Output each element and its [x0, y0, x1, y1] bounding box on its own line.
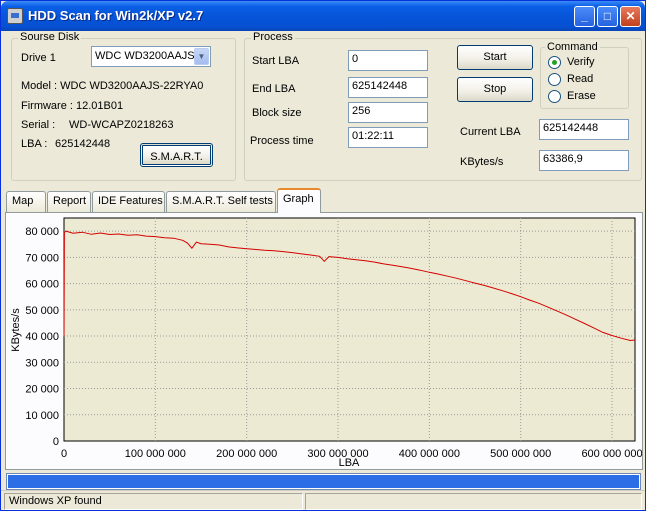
progress-fill [8, 475, 639, 488]
y-tick-label: 10 000 [25, 410, 59, 422]
tab-graph[interactable]: Graph [277, 188, 321, 213]
status-text: Windows XP found [4, 493, 303, 510]
block-size-label: Block size [252, 107, 302, 119]
y-axis-label: KBytes/s [10, 308, 22, 352]
close-button[interactable]: ✕ [620, 6, 641, 27]
minimize-button[interactable]: _ [574, 6, 595, 27]
process-legend: Process [251, 31, 295, 43]
y-tick-label: 0 [53, 436, 59, 448]
speed-chart: 0 10 000 20 000 30 000 40 000 50 000 60 000 70 … [10, 217, 643, 469]
radio-read-label: Read [567, 73, 594, 85]
start-button[interactable]: Start [457, 45, 533, 70]
command-legend: Command [545, 41, 600, 53]
radio-erase-label: Erase [567, 90, 596, 102]
y-tick-label: 70 000 [25, 252, 59, 264]
end-lba-label: End LBA [252, 83, 296, 95]
x-tick-label: 0 [61, 448, 67, 460]
x-tick-label: 200 000 000 [216, 448, 277, 460]
tab-smart-self-tests[interactable]: S.M.A.R.T. Self tests [166, 191, 276, 212]
radio-verify-label: Verify [567, 56, 595, 68]
radio-read-button[interactable] [548, 73, 561, 86]
x-tick-label: 600 000 000 [581, 448, 642, 460]
lba-label: LBA : [21, 138, 48, 150]
process-time-label: Process time [250, 135, 314, 147]
drive-label: Drive 1 [21, 52, 56, 64]
plot-area [63, 217, 636, 442]
tab-ide-features[interactable]: IDE Features [92, 191, 165, 212]
tab-map[interactable]: Map [6, 191, 46, 212]
x-axis-label: LBA [339, 457, 360, 469]
source-disk-legend: Sourse Disk [18, 31, 82, 43]
main-window: HDD Scan for Win2k/XP v2.7 _ □ ✕ Sourse … [0, 0, 646, 511]
app-icon [7, 8, 23, 24]
maximize-button[interactable]: □ [597, 6, 618, 27]
kbytes-label: KBytes/s [460, 156, 504, 168]
y-tick-label: 80 000 [25, 226, 59, 238]
radio-erase-button[interactable] [548, 90, 561, 103]
scan-progress-bar [6, 473, 641, 490]
lba-value: 625142448 [55, 138, 111, 150]
y-tick-label: 50 000 [25, 305, 59, 317]
y-tick-label: 40 000 [25, 331, 59, 343]
start-lba-label: Start LBA [252, 55, 300, 67]
y-tick-label: 30 000 [25, 357, 59, 369]
current-lba-label: Current LBA [460, 126, 521, 138]
block-size-input[interactable]: 256 [348, 102, 428, 123]
current-lba-field: 625142448 [539, 119, 629, 140]
x-tick-label: 100 000 000 [125, 448, 186, 460]
chevron-down-icon[interactable]: ▼ [194, 48, 209, 65]
kbytes-field: 63386,9 [539, 150, 629, 171]
radio-verify-button[interactable] [548, 56, 561, 69]
x-tick-label: 500 000 000 [490, 448, 551, 460]
tab-report[interactable]: Report [47, 191, 91, 212]
status-pane-empty [305, 493, 642, 510]
y-tick-label: 20 000 [25, 384, 59, 396]
graph-panel: 0 10 000 20 000 30 000 40 000 50 000 60 000 70 … [5, 212, 643, 470]
drive-select[interactable]: WDC WD3200AAJS ▼ [91, 46, 211, 67]
window-title: HDD Scan for Win2k/XP v2.7 [28, 8, 204, 23]
smart-button[interactable]: S.M.A.R.T. [140, 143, 213, 167]
start-lba-input[interactable]: 0 [348, 50, 428, 71]
status-bar: Windows XP found [1, 490, 645, 510]
process-time-field: 01:22:11 [348, 127, 428, 148]
x-tick-label: 400 000 000 [399, 448, 460, 460]
y-tick-label: 60 000 [25, 279, 59, 291]
serial-label: Serial : [21, 119, 56, 131]
serial-value: WD-WCAPZ0218263 [69, 119, 174, 131]
end-lba-input[interactable]: 625142448 [348, 77, 428, 98]
firmware-text: Firmware : 12.01B01 [21, 100, 124, 112]
model-text: Model : WDC WD3200AAJS-22RYA0 [21, 80, 204, 92]
stop-button[interactable]: Stop [457, 77, 533, 102]
title-bar[interactable]: HDD Scan for Win2k/XP v2.7 _ □ ✕ [1, 1, 645, 31]
drive-select-value: WDC WD3200AAJS [95, 50, 195, 62]
